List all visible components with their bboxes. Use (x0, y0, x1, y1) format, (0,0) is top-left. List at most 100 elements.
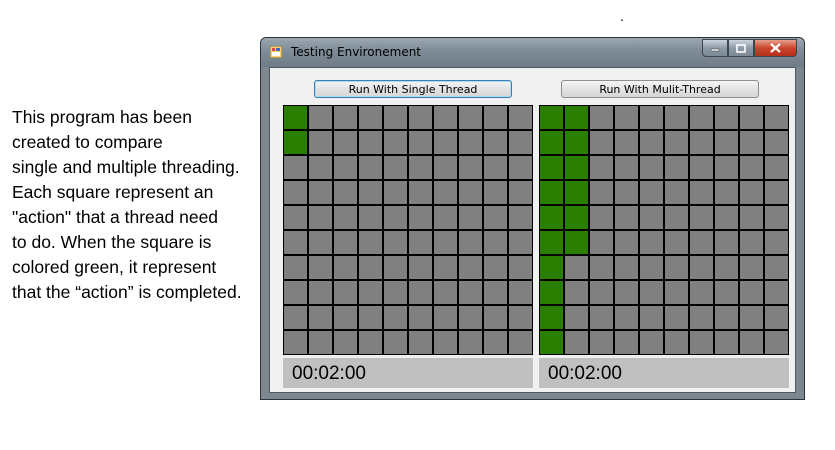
action-square-pending (639, 205, 664, 230)
action-square-pending (433, 205, 458, 230)
action-square-completed (564, 130, 589, 155)
action-square-pending (714, 255, 739, 280)
action-square-pending (664, 155, 689, 180)
single-thread-timer: 00:02:00 (283, 358, 533, 388)
action-square-pending (483, 230, 508, 255)
minimize-icon (710, 48, 720, 52)
action-square-pending (508, 130, 533, 155)
action-square-pending (664, 330, 689, 355)
action-square-pending (739, 280, 764, 305)
action-square-pending (714, 280, 739, 305)
action-square-pending (739, 180, 764, 205)
action-square-pending (614, 305, 639, 330)
action-square-pending (639, 130, 664, 155)
action-square-pending (358, 330, 383, 355)
action-square-pending (308, 230, 333, 255)
action-square-pending (689, 280, 714, 305)
action-square-pending (308, 130, 333, 155)
run-single-thread-button[interactable]: Run With Single Thread (314, 80, 512, 98)
action-square-pending (589, 305, 614, 330)
action-square-pending (358, 305, 383, 330)
action-square-pending (639, 105, 664, 130)
action-square-pending (458, 230, 483, 255)
action-square-pending (458, 105, 483, 130)
action-square-pending (639, 280, 664, 305)
action-square-pending (689, 130, 714, 155)
action-square-pending (333, 255, 358, 280)
action-square-pending (308, 205, 333, 230)
action-square-completed (539, 230, 564, 255)
run-multi-thread-button[interactable]: Run With Mulit-Thread (561, 80, 759, 98)
maximize-button[interactable] (728, 39, 754, 57)
action-square-pending (589, 230, 614, 255)
action-square-pending (689, 155, 714, 180)
action-square-pending (358, 105, 383, 130)
action-square-pending (483, 105, 508, 130)
action-square-pending (358, 180, 383, 205)
action-square-pending (639, 155, 664, 180)
action-square-pending (714, 130, 739, 155)
action-square-pending (333, 155, 358, 180)
action-square-pending (508, 105, 533, 130)
action-square-pending (764, 205, 789, 230)
action-square-completed (564, 230, 589, 255)
action-square-pending (383, 230, 408, 255)
action-square-pending (639, 230, 664, 255)
action-square-pending (614, 330, 639, 355)
action-square-pending (283, 305, 308, 330)
action-square-pending (564, 330, 589, 355)
action-square-pending (508, 205, 533, 230)
close-icon (770, 43, 781, 53)
action-square-pending (614, 280, 639, 305)
action-square-pending (664, 255, 689, 280)
action-square-completed (539, 205, 564, 230)
action-square-pending (483, 130, 508, 155)
action-square-pending (383, 330, 408, 355)
description-text: This program has been created to compare… (12, 105, 257, 305)
multi-thread-timer: 00:02:00 (539, 358, 789, 388)
action-square-pending (614, 105, 639, 130)
action-square-pending (589, 280, 614, 305)
action-square-pending (408, 230, 433, 255)
action-square-completed (283, 105, 308, 130)
action-square-pending (383, 180, 408, 205)
action-square-pending (333, 105, 358, 130)
action-square-pending (739, 130, 764, 155)
action-square-pending (589, 255, 614, 280)
action-square-pending (689, 305, 714, 330)
action-square-pending (333, 180, 358, 205)
action-square-completed (539, 105, 564, 130)
close-button[interactable] (754, 39, 797, 57)
action-square-pending (508, 280, 533, 305)
action-square-pending (739, 330, 764, 355)
description-line: This program has been (12, 107, 192, 127)
action-square-pending (508, 180, 533, 205)
action-square-completed (539, 155, 564, 180)
action-square-completed (564, 205, 589, 230)
action-square-pending (764, 255, 789, 280)
action-square-pending (714, 105, 739, 130)
action-square-pending (739, 205, 764, 230)
action-square-pending (408, 155, 433, 180)
action-square-pending (283, 205, 308, 230)
title-bar[interactable]: Testing Environement (261, 38, 804, 67)
minimize-button[interactable] (702, 39, 728, 57)
action-square-pending (358, 255, 383, 280)
action-square-pending (433, 180, 458, 205)
action-square-completed (283, 130, 308, 155)
action-square-pending (308, 105, 333, 130)
action-square-pending (283, 280, 308, 305)
action-square-pending (408, 105, 433, 130)
action-square-pending (358, 205, 383, 230)
action-square-pending (764, 230, 789, 255)
action-square-completed (539, 255, 564, 280)
action-square-completed (539, 130, 564, 155)
action-square-pending (639, 180, 664, 205)
action-square-pending (714, 155, 739, 180)
description-line: created to compare (12, 132, 163, 152)
action-square-pending (508, 255, 533, 280)
action-square-pending (714, 230, 739, 255)
description-line: to do. When the square is (12, 232, 212, 252)
action-square-pending (458, 155, 483, 180)
action-square-pending (664, 280, 689, 305)
